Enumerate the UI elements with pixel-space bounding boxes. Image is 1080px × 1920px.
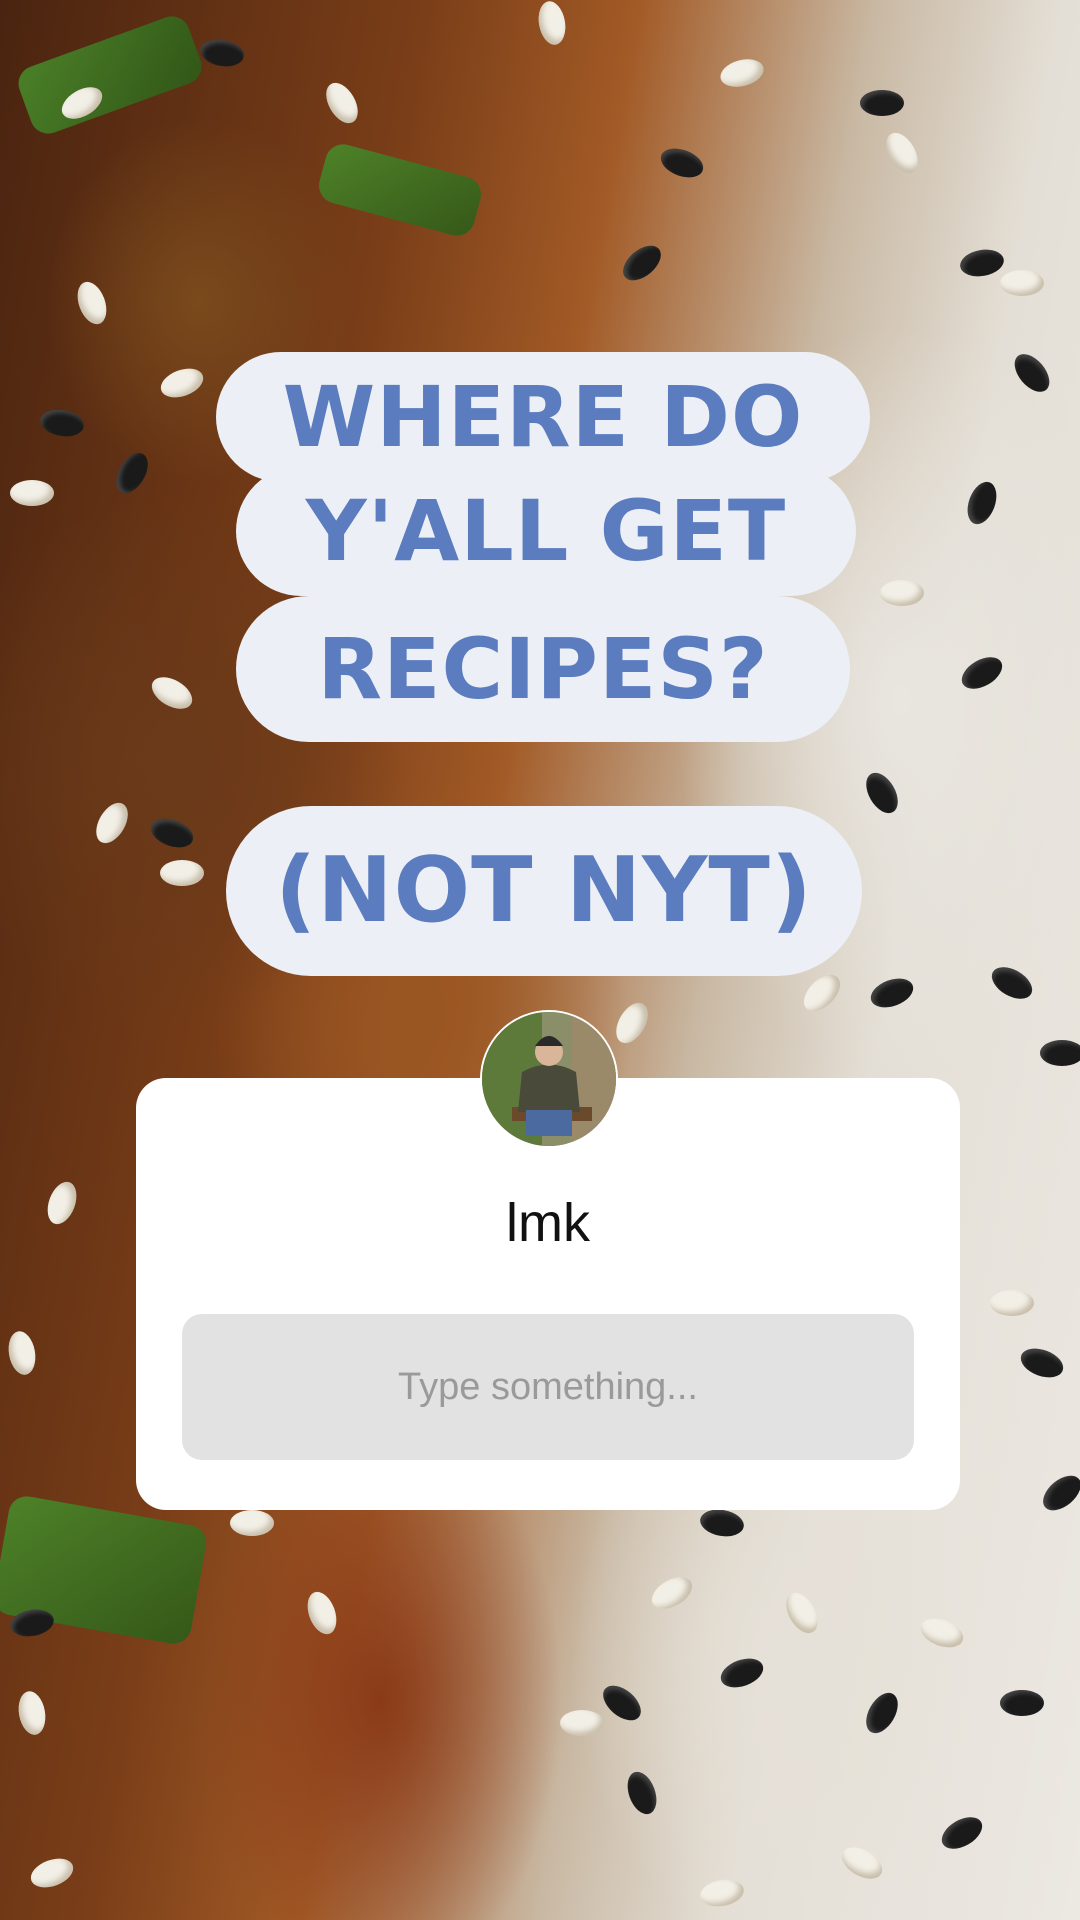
sesame-seed bbox=[716, 1653, 768, 1693]
avatar-photo bbox=[482, 1012, 616, 1146]
sesame-seed bbox=[26, 1853, 78, 1893]
sesame-seed bbox=[198, 36, 246, 70]
sesame-seed bbox=[698, 1876, 746, 1910]
sesame-seed bbox=[319, 77, 365, 129]
sesame-seed bbox=[89, 797, 135, 849]
question-prompt: lmk bbox=[506, 1193, 590, 1253]
sesame-seed bbox=[880, 580, 924, 606]
question-line-1: WHERE DO bbox=[216, 352, 870, 482]
sesame-seed bbox=[596, 1678, 648, 1728]
question-subtitle: (NOT NYT) bbox=[226, 806, 862, 976]
sesame-seed bbox=[859, 767, 905, 819]
sesame-seed bbox=[38, 406, 86, 440]
sesame-seed bbox=[609, 997, 655, 1049]
sesame-seed bbox=[302, 1587, 342, 1639]
avatar-icon bbox=[480, 1010, 618, 1148]
sesame-seed bbox=[656, 143, 708, 183]
sesame-seed bbox=[230, 1510, 274, 1536]
sesame-seed bbox=[616, 238, 668, 288]
sesame-seed bbox=[1016, 1343, 1068, 1383]
sesame-seed bbox=[1007, 347, 1057, 399]
sesame-seed bbox=[962, 477, 1002, 529]
sesame-seed bbox=[717, 54, 767, 92]
sesame-seed bbox=[146, 670, 198, 716]
sesame-seed bbox=[646, 1570, 698, 1616]
sesame-seed bbox=[622, 1767, 662, 1819]
sesame-seed bbox=[990, 1290, 1034, 1316]
sesame-seed bbox=[936, 1810, 988, 1856]
sesame-seed bbox=[986, 960, 1038, 1006]
sesame-seed bbox=[797, 968, 847, 1018]
sesame-seed bbox=[1000, 1690, 1044, 1716]
scallion-piece bbox=[314, 140, 486, 240]
sesame-seed bbox=[860, 90, 904, 116]
sesame-seed bbox=[1036, 1468, 1080, 1518]
sesame-seed bbox=[160, 860, 204, 886]
sesame-seed bbox=[956, 650, 1008, 696]
sesame-seed bbox=[156, 363, 208, 403]
sesame-seed bbox=[779, 1587, 825, 1639]
sesame-seed bbox=[109, 447, 155, 499]
answer-input[interactable] bbox=[182, 1314, 914, 1460]
sesame-seed bbox=[916, 1613, 968, 1653]
sesame-seed bbox=[879, 127, 925, 179]
question-line-2: Y'ALL GET bbox=[236, 466, 856, 596]
sesame-seed bbox=[535, 0, 569, 47]
sesame-seed bbox=[1000, 270, 1044, 296]
sesame-seed bbox=[5, 1329, 39, 1377]
sesame-seed bbox=[146, 813, 198, 853]
sesame-seed bbox=[698, 1506, 746, 1540]
sesame-seed bbox=[958, 246, 1006, 280]
question-line-3: RECIPES? bbox=[236, 596, 850, 742]
sesame-seed bbox=[836, 1840, 888, 1886]
scallion-piece bbox=[13, 11, 207, 139]
sesame-seed bbox=[560, 1710, 604, 1736]
sesame-seed bbox=[10, 480, 54, 506]
sesame-seed bbox=[15, 1689, 49, 1737]
sesame-seed bbox=[866, 973, 918, 1013]
sesame-seed bbox=[1040, 1040, 1080, 1066]
sesame-seed bbox=[859, 1687, 905, 1739]
sesame-seed bbox=[72, 277, 112, 329]
sesame-seed bbox=[42, 1177, 82, 1229]
story-canvas: WHERE DO Y'ALL GET RECIPES? (NOT NYT) lm… bbox=[0, 0, 1080, 1920]
